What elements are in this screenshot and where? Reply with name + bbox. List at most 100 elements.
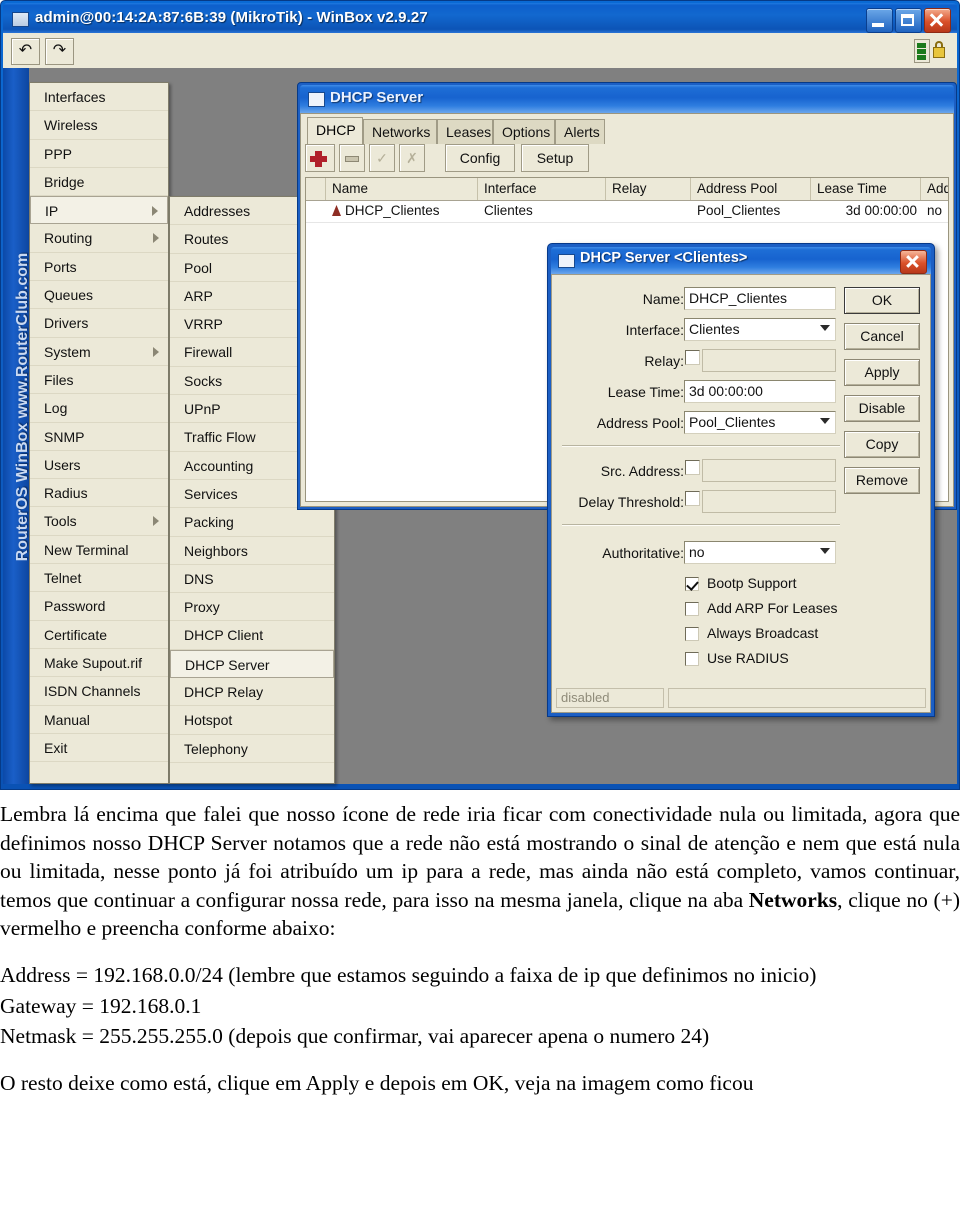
lease-time-input[interactable]: 3d 00:00:00 <box>684 380 836 403</box>
menu-item-ports[interactable]: Ports <box>30 253 168 282</box>
row-add: no <box>927 203 943 218</box>
close-button[interactable] <box>924 8 951 33</box>
menu-item-label: Accounting <box>184 457 254 474</box>
authoritative-dropdown-arrow[interactable] <box>814 542 834 561</box>
table-header-row: Name Interface Relay Address Pool Lease … <box>306 178 948 201</box>
dialog-status-bar: disabled <box>556 688 926 708</box>
ip-menu-item-packing[interactable]: Packing <box>170 508 334 537</box>
dialog-close-icon[interactable] <box>900 250 927 274</box>
menu-item-label: Traffic Flow <box>184 429 256 446</box>
menu-item-manual[interactable]: Manual <box>30 706 168 734</box>
menu-item-ppp[interactable]: PPP <box>30 140 168 168</box>
table-header-lease-time[interactable]: Lease Time <box>811 178 921 200</box>
menu-item-telnet[interactable]: Telnet <box>30 564 168 593</box>
tab-leases[interactable]: Leases <box>437 119 493 144</box>
tab-alerts[interactable]: Alerts <box>555 119 605 144</box>
table-header-name[interactable]: Name <box>326 178 478 200</box>
delay-threshold-input[interactable] <box>702 490 836 513</box>
dialog-title-bar[interactable]: DHCP Server <Clientes> <box>551 247 931 274</box>
delay-threshold-checkbox[interactable] <box>685 491 700 506</box>
menu-item-exit[interactable]: Exit <box>30 734 168 763</box>
menu-item-users[interactable]: Users <box>30 451 168 480</box>
menu-item-label: ARP <box>184 287 213 304</box>
ip-menu-item-dhcp-client[interactable]: DHCP Client <box>170 621 334 650</box>
table-row[interactable]: DHCP_Clientes Clientes Pool_Clientes 3d … <box>306 201 948 223</box>
winbox-title-bar[interactable]: admin@00:14:2A:87:6B:39 (MikroTik) - Win… <box>3 3 957 33</box>
submenu-arrow-icon <box>153 516 159 527</box>
checkbox-box-icon[interactable] <box>685 652 699 666</box>
interface-dropdown-arrow[interactable] <box>814 319 834 338</box>
ip-menu-item-dhcp-server[interactable]: DHCP Server <box>170 649 334 679</box>
table-header-interface[interactable]: Interface <box>478 178 606 200</box>
minimize-button[interactable] <box>866 8 893 33</box>
apply-button[interactable]: Apply <box>844 359 920 386</box>
menu-item-tools[interactable]: Tools <box>30 507 168 536</box>
menu-item-label: Make Supout.rif <box>44 654 143 671</box>
menu-item-label: Exit <box>44 739 68 756</box>
relay-label: Relay: <box>644 353 684 369</box>
add-button[interactable] <box>305 144 335 172</box>
menu-item-isdn-channels[interactable]: ISDN Channels <box>30 677 168 706</box>
name-input[interactable]: DHCP_Clientes <box>684 287 836 310</box>
menu-item-label: Addresses <box>184 203 251 219</box>
ip-menu-item-telephony[interactable]: Telephony <box>170 735 334 763</box>
menu-item-files[interactable]: Files <box>30 366 168 395</box>
relay-input[interactable] <box>702 349 836 372</box>
menu-item-bridge[interactable]: Bridge <box>30 168 168 197</box>
menu-item-snmp[interactable]: SNMP <box>30 423 168 451</box>
menu-item-queues[interactable]: Queues <box>30 281 168 310</box>
maximize-button[interactable] <box>895 8 922 33</box>
src-address-checkbox[interactable] <box>685 460 700 475</box>
remove-button[interactable] <box>339 144 365 172</box>
table-header-add[interactable]: Add. <box>921 178 948 200</box>
ip-menu-item-dns[interactable]: DNS <box>170 565 334 594</box>
menu-item-ip[interactable]: IP <box>30 196 168 225</box>
disable-button[interactable]: ✗ <box>399 144 425 172</box>
checkbox-box-icon[interactable] <box>685 602 699 616</box>
cancel-button[interactable]: Cancel <box>844 323 920 350</box>
menu-item-label: Tools <box>44 513 77 530</box>
ip-menu-item-hotspot[interactable]: Hotspot <box>170 706 334 735</box>
config-button[interactable]: Config <box>445 144 515 172</box>
relay-checkbox[interactable] <box>685 350 700 365</box>
menu-item-log[interactable]: Log <box>30 394 168 423</box>
tab-dhcp[interactable]: DHCP <box>307 117 363 144</box>
menu-item-radius[interactable]: Radius <box>30 479 168 508</box>
menu-item-make-supout-rif[interactable]: Make Supout.rif <box>30 649 168 678</box>
enable-button[interactable]: ✓ <box>369 144 395 172</box>
checkbox-box-icon[interactable] <box>685 577 699 591</box>
menu-item-wireless[interactable]: Wireless <box>30 111 168 140</box>
lease-time-label: Lease Time: <box>607 384 684 400</box>
menu-item-label: Certificate <box>44 626 108 643</box>
menu-item-routing[interactable]: Routing <box>30 224 168 253</box>
table-header-address-pool[interactable]: Address Pool <box>691 178 811 200</box>
menu-item-label: New Terminal <box>44 541 129 558</box>
src-address-input[interactable] <box>702 459 836 482</box>
checkbox-label: Always Broadcast <box>707 625 819 641</box>
menu-item-new-terminal[interactable]: New Terminal <box>30 536 168 565</box>
ip-menu-item-proxy[interactable]: Proxy <box>170 593 334 622</box>
tab-networks[interactable]: Networks <box>363 119 437 144</box>
menu-item-drivers[interactable]: Drivers <box>30 309 168 338</box>
menu-item-label: Telephony <box>184 740 248 757</box>
disable-button[interactable]: Disable <box>844 395 920 422</box>
menu-item-system[interactable]: System <box>30 338 168 366</box>
undo-icon[interactable]: ↶ <box>11 38 40 65</box>
menu-item-interfaces[interactable]: Interfaces <box>30 83 168 112</box>
ip-menu-item-dhcp-relay[interactable]: DHCP Relay <box>170 678 334 707</box>
table-header-relay[interactable]: Relay <box>606 178 691 200</box>
menu-item-certificate[interactable]: Certificate <box>30 621 168 649</box>
redo-icon[interactable]: ↷ <box>45 38 74 65</box>
paragraph-3: Gateway = 192.168.0.1 <box>0 993 202 1018</box>
setup-button[interactable]: Setup <box>521 144 589 172</box>
address-pool-dropdown-arrow[interactable] <box>814 412 834 431</box>
checkbox-box-icon[interactable] <box>685 627 699 641</box>
copy-button[interactable]: Copy <box>844 431 920 458</box>
ok-button[interactable]: OK <box>844 287 920 314</box>
menu-item-label: Log <box>44 400 68 417</box>
ip-menu-item-neighbors[interactable]: Neighbors <box>170 537 334 565</box>
tab-options[interactable]: Options <box>493 119 555 144</box>
dhcp-server-title-bar[interactable]: DHCP Server <box>300 85 954 113</box>
remove-button[interactable]: Remove <box>844 467 920 494</box>
menu-item-password[interactable]: Password <box>30 592 168 621</box>
